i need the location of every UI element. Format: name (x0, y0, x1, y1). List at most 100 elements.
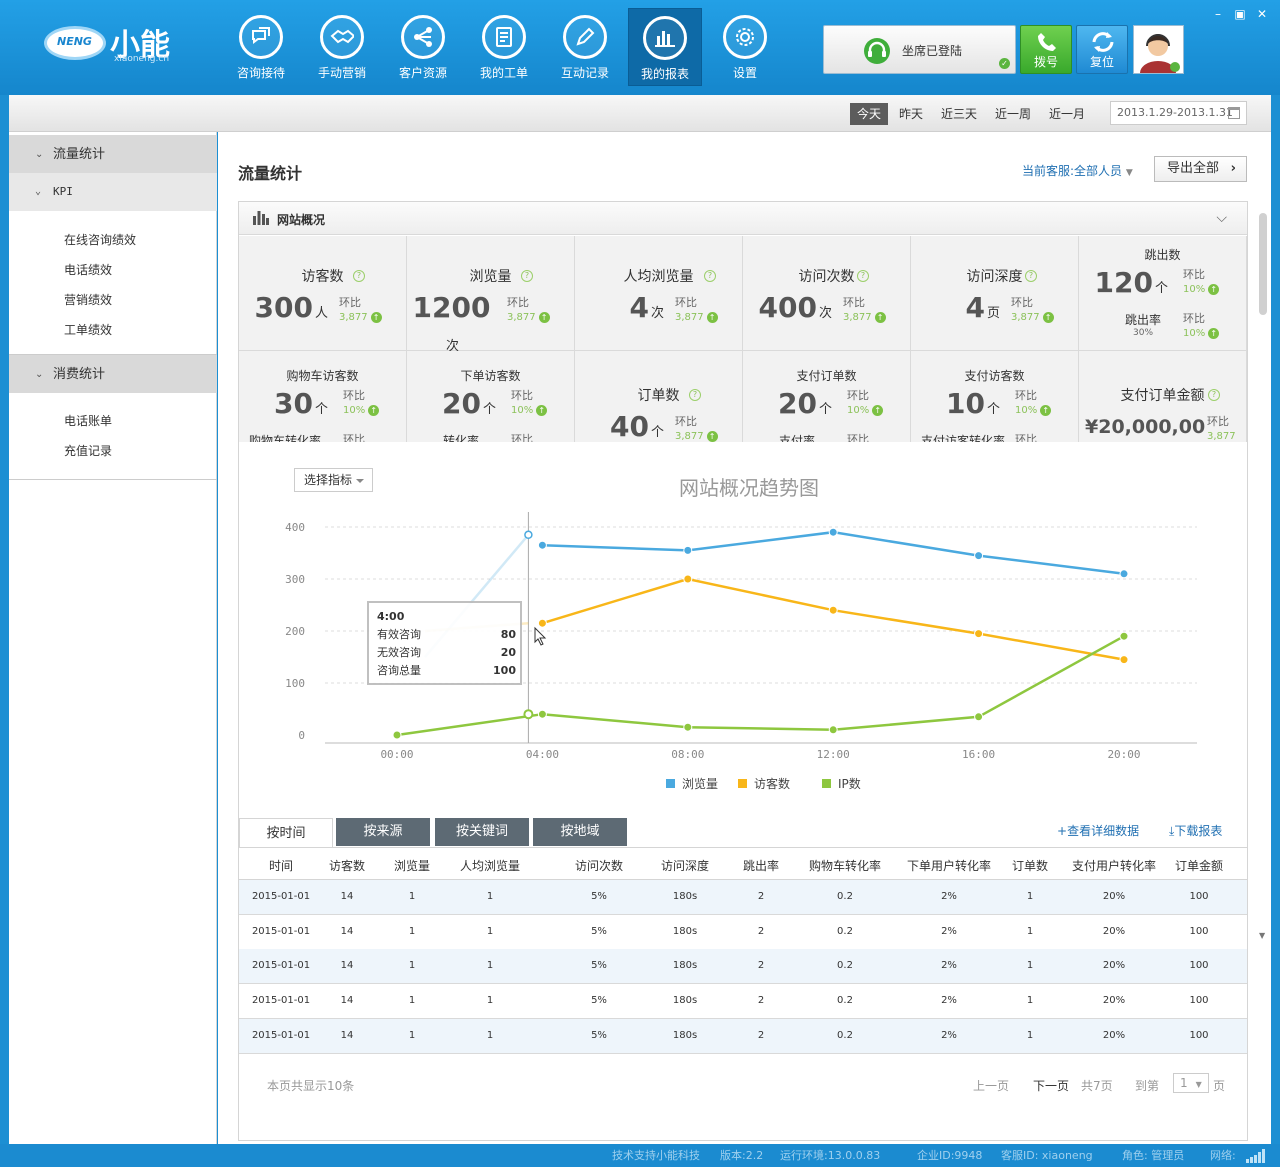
help-icon[interactable]: ? (857, 270, 869, 282)
help-icon[interactable]: ? (1025, 270, 1037, 282)
table-cell: 2015-01-01 (251, 1030, 311, 1041)
table-cell: 2% (941, 926, 957, 937)
sidebar-item-phone-bill[interactable]: 电话账单 (64, 412, 112, 429)
avatar[interactable] (1133, 25, 1184, 85)
help-icon[interactable]: ? (689, 389, 701, 401)
date-range-picker[interactable]: 2013.1.29-2013.1.31 (1110, 101, 1247, 125)
sidebar: ⌄ 流量统计 ⌄ KPI 在线咨询绩效 电话绩效 营销绩效 工单绩效 ⌄ 消费统计 电… (9, 132, 217, 1144)
table-row[interactable]: 2015-01-01 14 1 1 5% 180s 2 0.2 2% 1 20% 100 (239, 1019, 1247, 1054)
table-cell: 180s (672, 995, 698, 1006)
help-icon[interactable]: ? (1208, 389, 1220, 401)
table-cell: 5% (591, 926, 607, 937)
nav-tickets[interactable]: 我的工单 (467, 8, 541, 86)
y-tick-label: 200 (285, 625, 305, 638)
table-row[interactable]: 2015-01-01 14 1 1 5% 180s 2 0.2 2% 1 20% 100 (239, 984, 1247, 1019)
y-tick-label: 0 (298, 729, 305, 742)
table-row[interactable]: 2015-01-01 14 1 1 5% 180s 2 0.2 2% 1 20% 100 (239, 949, 1247, 984)
stat-sub: 跳出率 30% (1125, 313, 1162, 338)
tooltip-text: 80 (501, 628, 517, 641)
maximize-icon[interactable]: ▣ (1233, 8, 1247, 20)
data-point (683, 722, 693, 732)
tooltip-text: 有效咨询 (377, 627, 421, 641)
table-cell: 2% (941, 960, 957, 971)
export-all-button[interactable]: 导出全部 › (1154, 156, 1247, 182)
help-icon[interactable]: ? (353, 270, 365, 282)
table-cell: 180s (672, 891, 698, 902)
pencil-icon (563, 15, 607, 59)
data-point (1119, 569, 1129, 579)
tab-by-time[interactable]: 按时间 (239, 818, 333, 848)
minimize-icon[interactable]: – (1211, 8, 1225, 20)
stat-value: 10 个 (946, 387, 1000, 420)
nav-records[interactable]: 互动记录 (548, 8, 622, 86)
date-option-today[interactable]: 今天 (850, 103, 889, 125)
data-point (683, 545, 693, 555)
prev-page-button[interactable]: 上一页 (973, 1077, 1009, 1094)
gear-icon (723, 15, 767, 59)
table-cell: 2% (941, 995, 957, 1006)
scroll-down-icon[interactable]: ▼ (1259, 931, 1265, 940)
download-report-link[interactable]: ⤓下载报表 (1169, 822, 1222, 839)
table-row[interactable]: 2015-01-01 14 1 1 5% 180s 2 0.2 2% 1 20% 100 (239, 880, 1247, 915)
sidebar-group-consumption[interactable]: ⌄ 消费统计 (9, 354, 217, 393)
help-icon[interactable]: ? (704, 270, 716, 282)
chevron-down-icon: ⌄ (35, 149, 44, 160)
next-page-button[interactable]: 下一页 (1033, 1077, 1069, 1094)
scrollbar-thumb[interactable] (1259, 213, 1267, 315)
page-select[interactable]: 1 ▼ (1173, 1073, 1209, 1093)
scrollbar[interactable]: ▼ (1258, 213, 1268, 953)
chevron-down-icon: ⌄ (35, 186, 42, 197)
tooltip-text: 100 (493, 664, 516, 677)
nav-settings[interactable]: 设置 (708, 8, 782, 86)
close-icon[interactable]: ✕ (1255, 8, 1269, 20)
date-option-3days[interactable]: 近三天 (934, 103, 984, 125)
nav-reports[interactable]: 我的报表 (628, 8, 702, 86)
legend-swatch (822, 779, 831, 788)
status-bar: 技术支持小能科技 版本:2.2 运行环境:13.0.0.83 企业ID:9948… (0, 1144, 1280, 1167)
table-row[interactable]: 2015-01-01 14 1 1 5% 180s 2 0.2 2% 1 20% 100 (239, 915, 1247, 950)
help-icon[interactable]: ? (521, 270, 533, 282)
sidebar-group-kpi[interactable]: ⌄ KPI (9, 173, 217, 211)
table-cell: 1 (1026, 995, 1034, 1006)
date-option-yesterday[interactable]: 昨天 (892, 103, 930, 125)
stat-value: 120 个 (1094, 266, 1168, 299)
table-cell: 2015-01-01 (251, 995, 311, 1006)
trend-chart-svg: 网站概况趋势图 0 100 200 300 400 00:00 04:00 08:00 12:00… (285, 476, 1197, 791)
table-cell: 2% (941, 1030, 957, 1041)
view-detail-link[interactable]: +查看详细数据 (1057, 822, 1139, 839)
data-point (1119, 631, 1129, 641)
page-suffix: 页 (1213, 1079, 1226, 1093)
table-cell: 14 (340, 1030, 354, 1041)
date-option-month[interactable]: 近一月 (1042, 103, 1092, 125)
chevron-down-icon[interactable]: ⌵ (1216, 210, 1227, 226)
sidebar-group-traffic[interactable]: ⌄ 流量统计 (9, 135, 217, 174)
date-option-week[interactable]: 近一周 (988, 103, 1038, 125)
tab-by-source[interactable]: 按来源 (336, 818, 430, 846)
agent-selector[interactable]: 当前客服:全部人员 ▼ (1022, 162, 1133, 179)
sidebar-item-phone-kpi[interactable]: 电话绩效 (64, 261, 112, 278)
sidebar-item-recharge[interactable]: 充值记录 (64, 442, 112, 459)
table-cell: 1 (408, 995, 416, 1006)
table-cell: 2 (757, 891, 765, 902)
table-cell: 20% (1102, 995, 1126, 1006)
table-cell: 5% (591, 1030, 607, 1041)
stat-card: 人均浏览量? 4 次环比 3,877 ↑ (575, 236, 743, 351)
stat-card: 浏览量? 1200次 环比 3,877 ↑ (407, 236, 575, 354)
chart-tooltip: 4:00 有效咨询 80 无效咨询 20 咨询总量 100 (367, 601, 522, 685)
sidebar-item-online-kpi[interactable]: 在线咨询绩效 (64, 231, 136, 248)
dial-button[interactable]: 拨号 (1020, 25, 1072, 74)
table-cell: 2 (757, 926, 765, 937)
nav-customers[interactable]: 客户资源 (386, 8, 460, 86)
nav-consult[interactable]: 咨询接待 (224, 8, 298, 86)
table-cell: 0.2 (837, 891, 853, 902)
tab-by-keyword[interactable]: 按关键词 (435, 818, 529, 846)
tab-by-region[interactable]: 按地域 (533, 818, 627, 846)
hover-point (523, 709, 534, 720)
panel-header[interactable]: 网站概况 ⌵ (239, 202, 1247, 235)
column-header: 支付用户转化率 (1071, 859, 1157, 873)
reset-button[interactable]: 复位 (1076, 25, 1128, 74)
nav-marketing[interactable]: 手动营销 (305, 8, 379, 86)
sidebar-item-marketing-kpi[interactable]: 营销绩效 (64, 291, 112, 308)
sidebar-item-ticket-kpi[interactable]: 工单绩效 (64, 321, 112, 338)
table-cell: 0.2 (837, 995, 853, 1006)
